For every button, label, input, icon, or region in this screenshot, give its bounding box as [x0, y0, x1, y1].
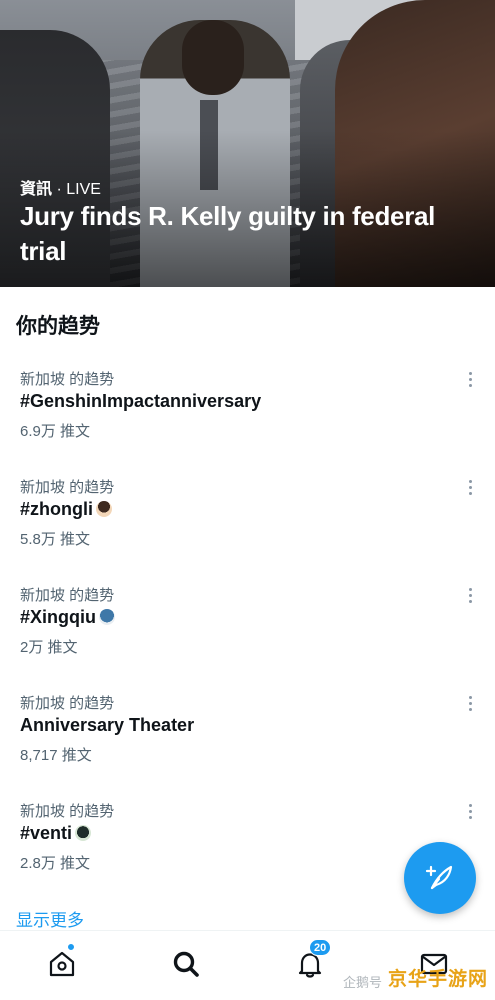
new-content-dot	[67, 943, 75, 951]
trend-name[interactable]: #Xingqiu	[20, 607, 115, 628]
trend-item[interactable]: 新加坡 的趋势 Anniversary Theater 8,717 推文	[0, 692, 495, 800]
zhongli-avatar-icon	[96, 501, 112, 517]
trend-count: 2万 推文	[20, 639, 78, 656]
more-options-icon[interactable]	[464, 478, 476, 498]
trend-item[interactable]: 新加坡 的趋势 #Xingqiu 2万 推文	[0, 584, 495, 692]
search-icon	[173, 951, 199, 977]
nav-home[interactable]	[47, 943, 77, 979]
trend-location: 新加坡 的趋势	[20, 587, 115, 604]
hero-category: 資訊	[20, 181, 53, 198]
trend-location: 新加坡 的趋势	[20, 695, 115, 712]
more-options-icon[interactable]	[464, 586, 476, 606]
trend-item[interactable]: 新加坡 的趋势 #zhongli 5.8万 推文	[0, 476, 495, 584]
trends-section-title: 你的趋势	[16, 315, 100, 338]
compose-feather-icon	[425, 865, 453, 890]
more-options-icon[interactable]	[464, 802, 476, 822]
nav-notifications[interactable]: 20	[295, 939, 332, 979]
home-icon	[49, 951, 75, 977]
trend-name[interactable]: #GenshinImpactanniversary	[20, 391, 261, 412]
nav-search[interactable]	[171, 949, 201, 979]
trend-count: 8,717 推文	[20, 747, 92, 764]
trend-count: 5.8万 推文	[20, 531, 91, 548]
trend-name[interactable]: #venti	[20, 823, 92, 844]
venti-avatar-icon	[75, 825, 92, 841]
trend-location: 新加坡 的趋势	[20, 803, 115, 820]
hero-live-label: · LIVE	[56, 181, 101, 198]
more-options-icon[interactable]	[464, 370, 476, 390]
xingqiu-avatar-icon	[99, 609, 115, 625]
show-more-link[interactable]: 显示更多	[16, 906, 84, 931]
trend-count: 6.9万 推文	[20, 423, 91, 440]
trend-name[interactable]: #zhongli	[20, 499, 112, 520]
hero-headline[interactable]: Jury finds R. Kelly guilty in federal tr…	[20, 199, 480, 269]
watermark-brand: 京华手游网	[388, 969, 489, 990]
trend-location: 新加坡 的趋势	[20, 479, 115, 496]
watermark-text: 企鹅号	[343, 975, 383, 990]
trend-count: 2.8万 推文	[20, 855, 91, 872]
hero-news-card[interactable]: 資訊 · LIVE Jury finds R. Kelly guilty in …	[0, 0, 495, 287]
trend-name[interactable]: Anniversary Theater	[20, 715, 194, 736]
notification-badge: 20	[309, 939, 332, 956]
more-options-icon[interactable]	[464, 694, 476, 714]
trend-location: 新加坡 的趋势	[20, 371, 115, 388]
hero-meta: 資訊 · LIVE	[20, 175, 101, 199]
trend-item[interactable]: 新加坡 的趋势 #GenshinImpactanniversary 6.9万 推…	[0, 368, 495, 476]
compose-button[interactable]	[404, 842, 476, 914]
